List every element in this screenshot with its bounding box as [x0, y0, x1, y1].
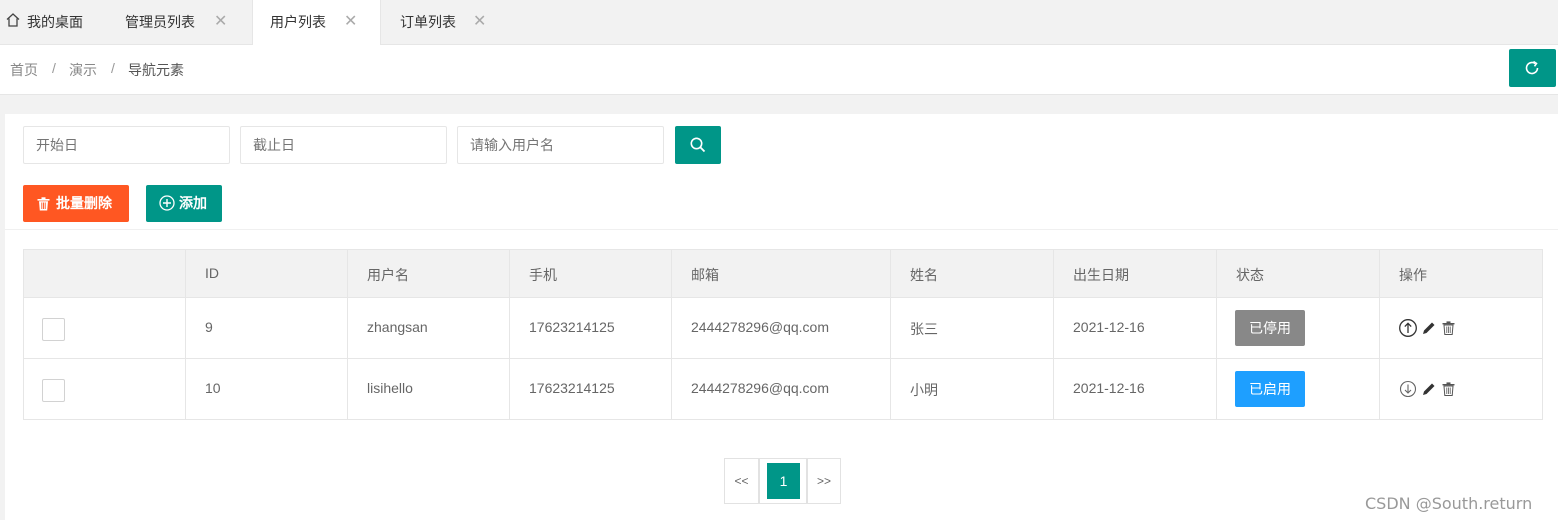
watermark: CSDN @South.return	[1365, 494, 1533, 513]
edit-icon[interactable]	[1422, 382, 1436, 396]
cell-email: 2444278296@qq.com	[691, 380, 829, 396]
trash-icon	[37, 197, 50, 211]
header-actions: 操作	[1399, 267, 1427, 283]
cell-birth: 2021-12-16	[1073, 319, 1145, 335]
header-email: 邮箱	[691, 267, 719, 283]
header-username: 用户名	[367, 267, 409, 283]
column-divider	[671, 250, 672, 419]
add-button[interactable]: 添加	[146, 185, 222, 222]
cell-id: 10	[205, 380, 221, 396]
cell-name: 张三	[910, 321, 938, 337]
header-birth: 出生日期	[1073, 267, 1129, 283]
cell-username: zhangsan	[367, 319, 428, 335]
tab-label: 管理员列表	[125, 14, 195, 30]
row-checkbox[interactable]	[42, 318, 65, 341]
column-divider	[1053, 250, 1054, 419]
plus-circle-icon	[159, 195, 175, 211]
row-checkbox[interactable]	[42, 379, 65, 402]
prev-page-button[interactable]: <<	[724, 458, 759, 504]
header-phone: 手机	[529, 267, 557, 283]
end-date-input[interactable]	[240, 126, 447, 164]
edit-icon[interactable]	[1422, 321, 1436, 335]
divider	[5, 229, 1558, 230]
batch-delete-label: 批量删除	[56, 195, 112, 211]
cell-birth: 2021-12-16	[1073, 380, 1145, 396]
column-divider	[890, 250, 891, 419]
batch-delete-button[interactable]: 批量删除	[23, 185, 129, 222]
cell-id: 9	[205, 319, 213, 335]
search-button[interactable]	[675, 126, 721, 164]
breadcrumb-home[interactable]: 首页	[10, 60, 38, 80]
tab-bar: 我的桌面 管理员列表 ✕ 用户列表 ✕ 订单列表 ✕	[0, 0, 1558, 45]
breadcrumb-separator: /	[111, 60, 115, 76]
trash-icon[interactable]	[1442, 321, 1455, 335]
cell-username: lisihello	[367, 380, 413, 396]
tab-user-list[interactable]: 用户列表 ✕	[252, 0, 381, 45]
arrow-down-circle-icon[interactable]	[1399, 380, 1417, 398]
breadcrumb-separator: /	[52, 60, 56, 76]
breadcrumb: 首页 / 演示 / 导航元素	[0, 45, 1558, 95]
column-divider	[509, 250, 510, 419]
table-row: 10 lisihello 17623214125 2444278296@qq.c…	[24, 359, 1542, 420]
refresh-icon	[1525, 60, 1539, 75]
breadcrumb-current: 导航元素	[128, 62, 184, 78]
row-actions	[1398, 378, 1458, 400]
table-header: ID 用户名 手机 邮箱 姓名 出生日期 状态 操作	[24, 250, 1542, 298]
breadcrumb-demo[interactable]: 演示	[69, 60, 97, 80]
tab-label: 订单列表	[400, 14, 456, 30]
column-divider	[347, 250, 348, 419]
row-actions	[1398, 317, 1458, 339]
add-label: 添加	[179, 195, 207, 211]
table-row: 9 zhangsan 17623214125 2444278296@qq.com…	[24, 298, 1542, 359]
column-divider	[1379, 250, 1380, 419]
status-badge[interactable]: 已停用	[1235, 310, 1305, 346]
tab-label: 我的桌面	[27, 14, 83, 30]
refresh-button[interactable]	[1509, 49, 1556, 87]
username-search-input[interactable]	[457, 126, 664, 164]
header-name: 姓名	[910, 267, 938, 283]
user-table: ID 用户名 手机 邮箱 姓名 出生日期 状态 操作 9 zhangsan 17…	[23, 249, 1543, 420]
tab-label: 用户列表	[270, 14, 326, 30]
tab-desktop[interactable]: 我的桌面	[0, 0, 110, 44]
cell-phone: 17623214125	[529, 319, 615, 335]
current-page-number: 1	[767, 463, 800, 499]
current-page[interactable]: 1	[759, 458, 807, 504]
header-status: 状态	[1236, 267, 1264, 283]
close-icon[interactable]: ✕	[473, 0, 486, 44]
status-badge[interactable]: 已启用	[1235, 371, 1305, 407]
cell-phone: 17623214125	[529, 380, 615, 396]
header-id: ID	[205, 265, 219, 281]
tab-order-list[interactable]: 订单列表 ✕	[382, 0, 508, 44]
tab-admin-list[interactable]: 管理员列表 ✕	[110, 0, 250, 44]
column-divider	[1216, 250, 1217, 419]
next-page-button[interactable]: >>	[807, 458, 841, 504]
close-icon[interactable]: ✕	[344, 0, 357, 44]
close-icon[interactable]: ✕	[214, 0, 227, 44]
home-icon	[6, 13, 20, 27]
cell-name: 小明	[910, 382, 938, 398]
cell-email: 2444278296@qq.com	[691, 319, 829, 335]
search-icon	[690, 137, 706, 153]
trash-icon[interactable]	[1442, 382, 1455, 396]
arrow-up-circle-icon[interactable]	[1398, 318, 1418, 338]
content-card: 批量删除 添加 ID 用户名 手机 邮箱 姓名 出生日期 状态 操作 9 zha…	[5, 114, 1558, 520]
column-divider	[185, 250, 186, 419]
start-date-input[interactable]	[23, 126, 230, 164]
